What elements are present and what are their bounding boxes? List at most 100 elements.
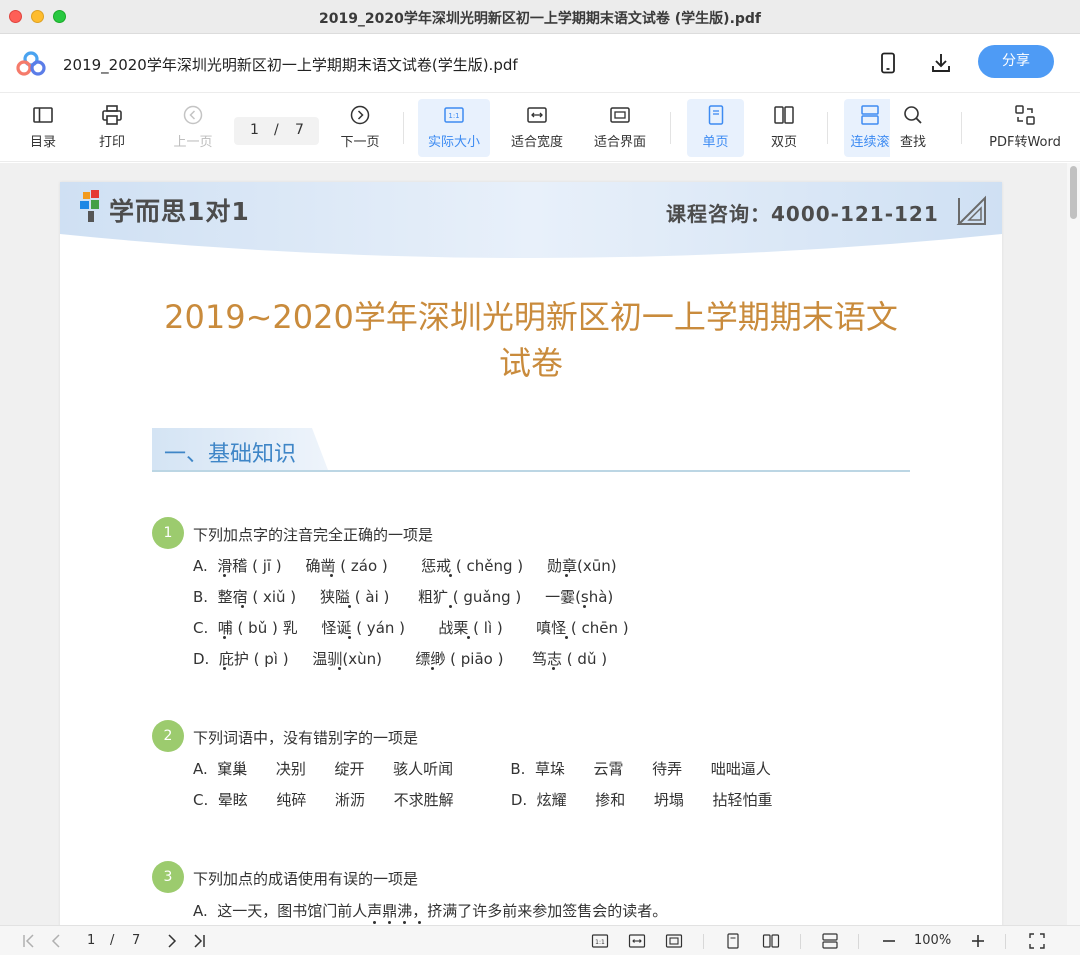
next-circle-icon [350,105,370,125]
toolbar-divider [670,112,671,144]
fit-page-icon [610,107,630,123]
emphasis-dot [338,667,341,670]
continuous-scroll-label: 连续滚 [850,135,890,150]
fit-width-icon[interactable] [628,932,646,950]
question-option: A. 窠巢 决别 绽开 骇人听闻 B. 草垛 云霄 待弄 咄咄逼人 [193,760,771,778]
emphasis-dot [388,921,391,924]
emphasis-dot [565,574,568,577]
scrollbar-thumb[interactable] [1070,166,1077,219]
print-button[interactable]: 打印 [89,99,135,157]
question-option: A. 滑稽 ( jī ) 确凿 ( záo ) 惩戒 ( chěng ) 勋章(… [193,557,617,575]
double-page-icon[interactable] [762,932,780,950]
fit-page-button[interactable]: 适合界面 [587,99,653,157]
hotline-text: 课程咨询：4000-121-121 [666,202,939,226]
ruler-triangle-icon [956,195,986,225]
question-option: A. 这一天，图书馆门前人声鼎沸，挤满了许多前来参加签售会的读者。 [193,902,668,920]
next-page-icon[interactable] [162,932,180,950]
emphasis-dot [241,605,244,608]
toc-label: 目录 [29,135,56,150]
page-separator: / [274,122,279,138]
share-button[interactable]: 分享 [978,45,1054,78]
first-page-icon[interactable] [20,932,38,950]
emphasis-dot [467,636,470,639]
emphasis-dot [403,921,406,924]
question-number-badge: 1 [152,517,184,549]
status-divider [800,934,801,949]
fullscreen-icon[interactable] [1028,932,1046,950]
next-page-label: 下一页 [340,135,380,150]
toolbar-divider [827,112,828,144]
status-current-page[interactable]: 1 [87,933,95,948]
emphasis-dot [223,574,226,577]
emphasis-dot [449,574,452,577]
zoom-in-icon[interactable] [969,932,987,950]
prev-page-button[interactable]: 上一页 [168,99,218,157]
continuous-scroll-icon[interactable] [821,932,839,950]
window-title: 2019_2020学年深圳光明新区初一上学期期末语文试卷 (学生版).pdf [318,11,762,27]
brand-logo-icon [80,190,99,222]
continuous-scroll-button[interactable]: 连续滚 [844,99,896,157]
actual-size-icon[interactable]: 1:1 [591,932,609,950]
emphasis-dot [565,636,568,639]
question-text: 下列词语中，没有错别字的一项是 [193,729,419,747]
single-page-label: 单页 [702,135,729,150]
printer-icon [102,105,122,125]
question-option: D. 庇护 ( pì ) 温驯(xùn) 缥缈 ( piāo ) 笃志 ( dǔ… [193,650,608,668]
section-underline [152,470,910,472]
fit-page-icon[interactable] [665,932,683,950]
phone-icon[interactable] [876,51,900,75]
prev-page-icon[interactable] [48,932,66,950]
emphasis-dot [418,921,421,924]
prev-circle-icon [183,105,203,125]
app-header: 2019_2020学年深圳光明新区初一上学期期末语文试卷(学生版).pdf 分享 [0,35,1080,93]
last-page-icon[interactable] [190,932,208,950]
fit-width-icon [527,107,547,123]
status-bar: 1 / 7 1:1 100% [0,925,1080,955]
fit-page-label: 适合界面 [593,135,646,150]
fit-width-button[interactable]: 适合宽度 [504,99,570,157]
pdf-page: 学而思1对1 课程咨询：4000-121-121 2019~2020学年深圳光明… [60,182,1002,925]
vertical-scrollbar[interactable] [1067,163,1080,925]
single-page-button[interactable]: 单页 [687,99,744,157]
document-viewport[interactable]: 学而思1对1 课程咨询：4000-121-121 2019~2020学年深圳光明… [0,163,1080,925]
file-name: 2019_2020学年深圳光明新区初一上学期期末语文试卷(学生版).pdf [63,56,518,74]
emphasis-dot [330,574,333,577]
document-title-line1: 2019~2020学年深圳光明新区初一上学期期末语文 [164,298,898,336]
search-button[interactable]: 查找 [890,99,936,157]
download-icon[interactable] [929,51,953,75]
toolbar-divider [961,112,962,144]
zoom-out-icon[interactable] [880,932,898,950]
toolbar-divider [403,112,404,144]
pdf-to-word-button[interactable]: PDF转Word [982,99,1068,157]
emphasis-dot [552,667,555,670]
brand-name: 学而思1对1 [109,197,250,226]
document-title-line2: 试卷 [498,344,563,382]
question-option: C. 晕眩 纯碎 淅沥 不求胜解 D. 炫耀 掺和 坍塌 拈轻怕重 [193,791,773,809]
window-titlebar: 2019_2020学年深圳光明新区初一上学期期末语文试卷 (学生版).pdf [0,0,1080,34]
question-option: B. 整宿 ( xiǔ ) 狭隘 ( ài ) 粗犷 ( guǎng ) 一霎(… [193,588,614,606]
total-pages: 7 [295,122,304,138]
continuous-scroll-icon [861,105,879,125]
emphasis-dot [583,605,586,608]
double-page-button[interactable]: 双页 [758,99,810,157]
next-page-button[interactable]: 下一页 [335,99,385,157]
search-icon [904,106,922,124]
double-page-icon [774,106,794,124]
single-page-icon[interactable] [724,932,742,950]
emphasis-dot [348,605,351,608]
convert-icon [1015,105,1035,125]
pdf-to-word-label: PDF转Word [989,135,1061,150]
single-page-icon [708,105,723,125]
emphasis-dot [373,921,376,924]
status-page-separator: / [110,933,115,948]
search-label: 查找 [899,135,926,150]
svg-text:1:1: 1:1 [448,112,459,120]
toc-button[interactable]: 目录 [20,99,66,157]
actual-size-button[interactable]: 1:1 实际大小 [418,99,490,157]
app-logo-icon [16,51,46,76]
page-number-input[interactable]: 1 / 7 [234,117,319,145]
print-label: 打印 [98,135,125,150]
zoom-level: 100% [914,933,952,948]
prev-page-label: 上一页 [173,135,213,150]
emphasis-dot [223,636,226,639]
